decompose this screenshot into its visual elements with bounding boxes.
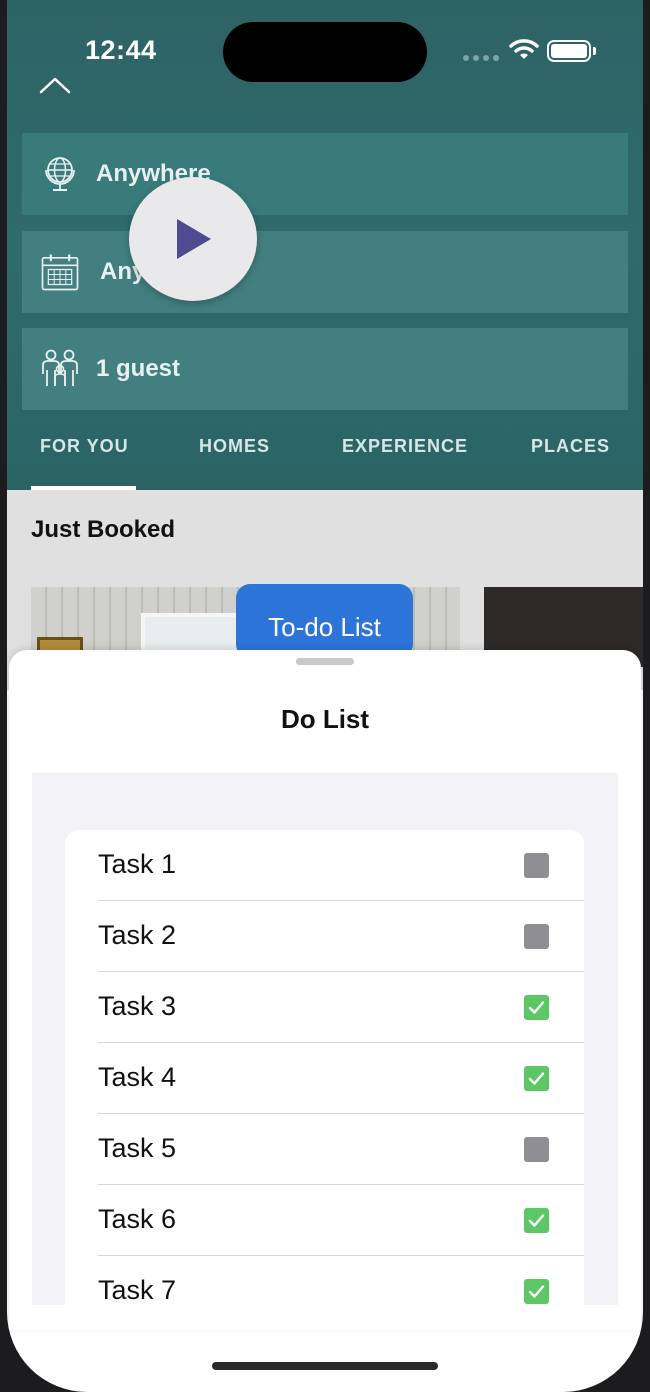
task-list: Task 1 Task 2 Task 3 Task 4 Task 5 Task 6 Task… (65, 830, 584, 1305)
sheet-grabber[interactable] (296, 658, 354, 665)
calendar-icon (40, 250, 80, 294)
checkbox-unchecked[interactable] (524, 853, 549, 878)
globe-icon (40, 152, 80, 196)
task-label: Task 4 (98, 1062, 177, 1092)
dates-field[interactable]: Any (22, 231, 628, 313)
todo-list-button[interactable]: To-do List (236, 584, 413, 658)
search-header: 12:44 Anywhere Any 1 guest FOR YOU HOMES… (7, 0, 643, 490)
tab-experience[interactable]: EXPERIENCE (342, 436, 468, 457)
people-icon (40, 347, 80, 391)
task-label: Task 5 (98, 1133, 177, 1163)
sheet-title: Do List (280, 704, 370, 734)
checkbox-checked[interactable] (524, 995, 549, 1020)
cellular-signal-icon (463, 55, 499, 61)
location-field[interactable]: Anywhere (22, 133, 628, 215)
task-label: Task 6 (98, 1204, 177, 1234)
checkmark-icon (528, 1001, 545, 1014)
section-title: Just Booked (31, 516, 176, 543)
task-row[interactable]: Task 2 (65, 901, 584, 972)
task-row[interactable]: Task 4 (65, 1043, 584, 1114)
chevron-up-icon[interactable] (37, 74, 73, 96)
status-time: 12:44 (85, 35, 157, 65)
task-label: Task 1 (98, 849, 177, 879)
dynamic-island (223, 22, 427, 82)
task-row[interactable]: Task 7 (65, 1256, 584, 1305)
battery-icon (547, 40, 591, 62)
checkmark-icon (528, 1285, 545, 1298)
todo-bottom-sheet: Do List Task 1 Task 2 Task 3 Task 4 Task 5 Ta… (9, 650, 641, 1330)
task-label: Task 2 (98, 920, 177, 950)
task-row[interactable]: Task 5 (65, 1114, 584, 1185)
checkbox-unchecked[interactable] (524, 924, 549, 949)
status-indicators (463, 36, 623, 66)
task-row[interactable]: Task 6 (65, 1185, 584, 1256)
task-label: Task 7 (98, 1275, 177, 1305)
app-screen: 12:44 Anywhere Any 1 guest FOR YOU HOMES… (7, 0, 643, 1392)
tab-for-you[interactable]: FOR YOU (40, 436, 129, 457)
checkbox-checked[interactable] (524, 1279, 549, 1304)
wifi-icon (509, 39, 539, 59)
guests-label: 1 guest (96, 355, 181, 382)
guests-field[interactable]: 1 guest (22, 328, 628, 410)
tab-homes[interactable]: HOMES (199, 436, 270, 457)
checkbox-checked[interactable] (524, 1066, 549, 1091)
play-button[interactable] (129, 177, 257, 301)
home-indicator[interactable] (212, 1362, 438, 1370)
task-list-background: Task 1 Task 2 Task 3 Task 4 Task 5 Task 6 Task… (32, 773, 618, 1305)
category-tabs: FOR YOU HOMES EXPERIENCE PLACES (7, 420, 643, 490)
checkmark-icon (528, 1214, 545, 1227)
checkbox-checked[interactable] (524, 1208, 549, 1233)
checkbox-unchecked[interactable] (524, 1137, 549, 1162)
device-frame: 12:44 Anywhere Any 1 guest FOR YOU HOMES… (0, 0, 650, 1392)
checkmark-icon (528, 1072, 545, 1085)
tab-places[interactable]: PLACES (531, 436, 610, 457)
task-label: Task 3 (98, 991, 177, 1021)
play-icon (177, 219, 211, 259)
task-row[interactable]: Task 3 (65, 972, 584, 1043)
task-row[interactable]: Task 1 (65, 830, 584, 901)
